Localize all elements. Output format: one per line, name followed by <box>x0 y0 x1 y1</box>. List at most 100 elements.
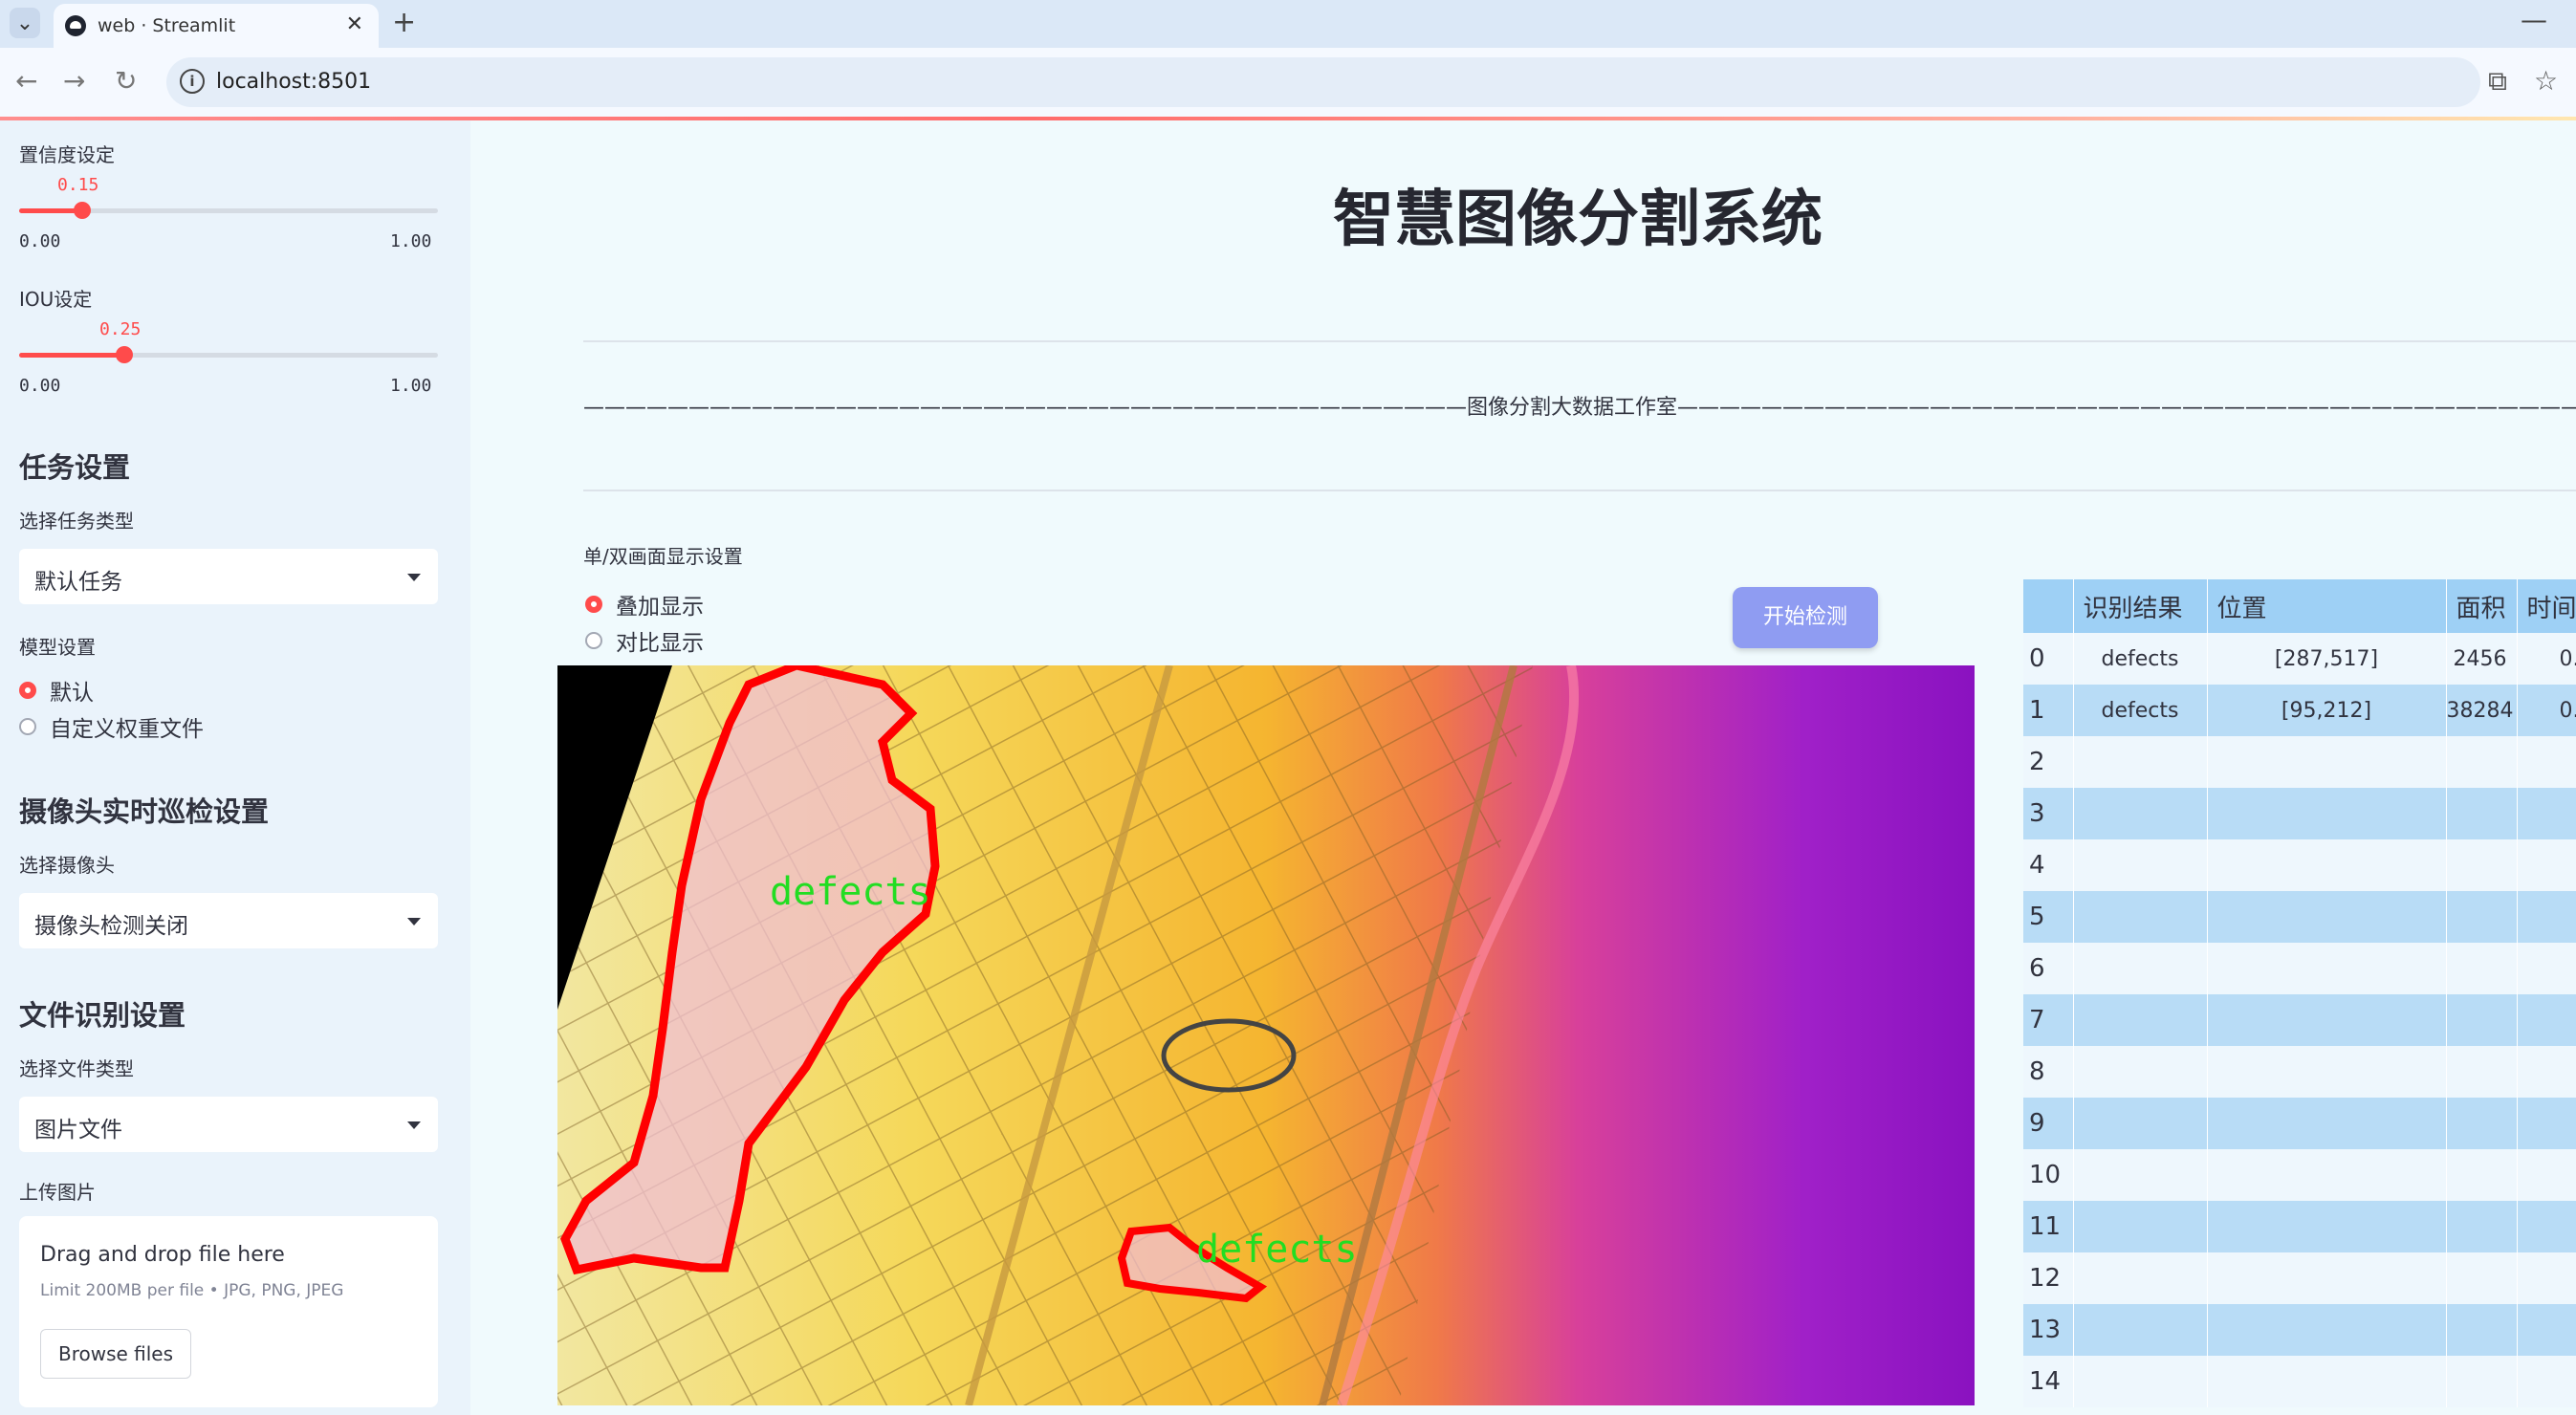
upload-limit-text: Limit 200MB per file • JPG, PNG, JPEG <box>40 1281 344 1300</box>
table-cell <box>2073 1252 2208 1304</box>
radio-selected-icon[interactable] <box>585 596 602 613</box>
address-bar: ← → ↻ i localhost:8501 ⧉ ☆ <box>0 48 2576 117</box>
new-tab-icon[interactable]: + <box>392 6 416 39</box>
row-index: 5 <box>2023 891 2074 943</box>
table-row[interactable]: 8 <box>2023 1046 2576 1098</box>
table-cell <box>2073 1304 2208 1356</box>
url-text[interactable]: localhost:8501 <box>216 70 371 94</box>
table-row[interactable]: 10 <box>2023 1149 2576 1201</box>
file-uploader-dropzone[interactable]: Drag and drop file here Limit 200MB per … <box>19 1216 438 1407</box>
table-cell: [95,212] <box>2207 685 2447 736</box>
row-index: 14 <box>2023 1356 2074 1407</box>
close-tab-icon[interactable]: ✕ <box>346 12 363 36</box>
table-row[interactable]: 9 <box>2023 1098 2576 1149</box>
row-index: 4 <box>2023 839 2074 891</box>
camera-select-value: 摄像头检测关闭 <box>34 914 188 939</box>
forward-icon[interactable]: → <box>63 65 85 97</box>
file-type-select[interactable]: 图片文件 <box>19 1097 438 1152</box>
table-cell <box>2517 1252 2576 1304</box>
task-type-value: 默认任务 <box>34 570 122 595</box>
row-index: 0 <box>2023 633 2074 685</box>
table-cell <box>2446 891 2518 943</box>
row-index: 9 <box>2023 1098 2074 1149</box>
bookmark-star-icon[interactable]: ☆ <box>2534 65 2558 97</box>
table-cell <box>2517 1201 2576 1252</box>
table-cell <box>2517 1149 2576 1201</box>
iou-min: 0.00 <box>19 376 61 396</box>
table-row[interactable]: 11 <box>2023 1201 2576 1252</box>
column-header[interactable] <box>2023 579 2074 633</box>
camera-select[interactable]: 摄像头检测关闭 <box>19 893 438 948</box>
table-row[interactable]: 7 <box>2023 994 2576 1046</box>
url-field[interactable]: i localhost:8501 <box>166 57 2480 107</box>
task-type-select[interactable]: 默认任务 <box>19 549 438 604</box>
upload-drop-text: Drag and drop file here <box>40 1243 285 1267</box>
minimize-window-icon[interactable]: — <box>2521 4 2547 35</box>
browser-tab[interactable]: web · Streamlit ✕ <box>54 4 379 48</box>
table-row[interactable]: 2 <box>2023 736 2576 788</box>
row-index: 6 <box>2023 943 2074 994</box>
table-cell <box>2207 839 2447 891</box>
table-cell <box>2517 1046 2576 1098</box>
table-row[interactable]: 6 <box>2023 943 2576 994</box>
column-header[interactable]: 位置 <box>2207 579 2447 633</box>
table-cell <box>2517 1304 2576 1356</box>
reload-icon[interactable]: ↻ <box>115 65 137 97</box>
site-info-icon[interactable]: i <box>180 69 205 94</box>
table-row[interactable]: 12 <box>2023 1252 2576 1304</box>
table-row[interactable]: 0defects[287,517]24560.04 <box>2023 633 2576 685</box>
radio-selected-icon[interactable] <box>19 682 36 699</box>
translate-icon[interactable]: ⧉ <box>2488 65 2507 98</box>
table-cell <box>2517 994 2576 1046</box>
confidence-slider-thumb[interactable] <box>73 202 91 219</box>
tab-list-dropdown-icon[interactable]: ⌄ <box>10 8 40 38</box>
browse-files-button[interactable]: Browse files <box>40 1329 191 1379</box>
column-header[interactable]: 识别结果 <box>2073 579 2208 633</box>
table-cell <box>2073 1046 2208 1098</box>
start-detection-button[interactable]: 开始检测 <box>1733 587 1878 648</box>
table-header-row: 识别结果 位置 面积 时间 <box>2023 579 2576 633</box>
iou-slider-thumb[interactable] <box>115 346 133 363</box>
studio-banner: ————————————————————————————————————————… <box>583 396 2576 420</box>
table-cell: 2456 <box>2446 633 2518 685</box>
table-row[interactable]: 14 <box>2023 1356 2576 1407</box>
file-type-label: 选择文件类型 <box>19 1057 134 1080</box>
confidence-slider[interactable] <box>19 202 438 219</box>
iou-value: 0.25 <box>99 319 142 339</box>
table-cell <box>2073 1098 2208 1149</box>
chevron-down-icon <box>407 574 421 581</box>
display-option-overlay[interactable]: 叠加显示 <box>585 588 704 620</box>
radio-unselected-icon[interactable] <box>585 632 602 649</box>
radio-unselected-icon[interactable] <box>19 718 36 735</box>
iou-slider[interactable] <box>19 346 438 363</box>
back-icon[interactable]: ← <box>15 65 37 97</box>
task-settings-heading: 任务设置 <box>19 451 131 484</box>
table-cell <box>2207 943 2447 994</box>
table-cell <box>2446 839 2518 891</box>
table-row[interactable]: 1defects[95,212]382840.04 <box>2023 685 2576 736</box>
table-cell <box>2446 1304 2518 1356</box>
model-option-label: 默认 <box>50 681 94 706</box>
table-row[interactable]: 4 <box>2023 839 2576 891</box>
divider <box>583 340 2576 342</box>
streamlit-favicon-icon <box>65 15 86 36</box>
model-option-custom[interactable]: 自定义权重文件 <box>19 710 204 743</box>
row-index: 10 <box>2023 1149 2074 1201</box>
table-row[interactable]: 5 <box>2023 891 2576 943</box>
table-cell <box>2207 994 2447 1046</box>
detection-label: defects <box>770 870 931 914</box>
table-cell <box>2517 788 2576 839</box>
table-row[interactable]: 13 <box>2023 1304 2576 1356</box>
table-row[interactable]: 3 <box>2023 788 2576 839</box>
results-table[interactable]: 识别结果位置面积时间 0defects[287,517]24560.041def… <box>2023 579 2576 1415</box>
table-cell: defects <box>2073 633 2208 685</box>
column-header[interactable]: 时间 <box>2517 579 2576 633</box>
detection-label: defects <box>1196 1228 1358 1272</box>
table-cell <box>2073 994 2208 1046</box>
display-option-compare[interactable]: 对比显示 <box>585 624 704 657</box>
confidence-slider-fill <box>19 208 82 213</box>
model-option-default[interactable]: 默认 <box>19 674 94 707</box>
thermal-image: defects defects <box>557 661 1975 1407</box>
row-index: 2 <box>2023 736 2074 788</box>
column-header[interactable]: 面积 <box>2446 579 2518 633</box>
